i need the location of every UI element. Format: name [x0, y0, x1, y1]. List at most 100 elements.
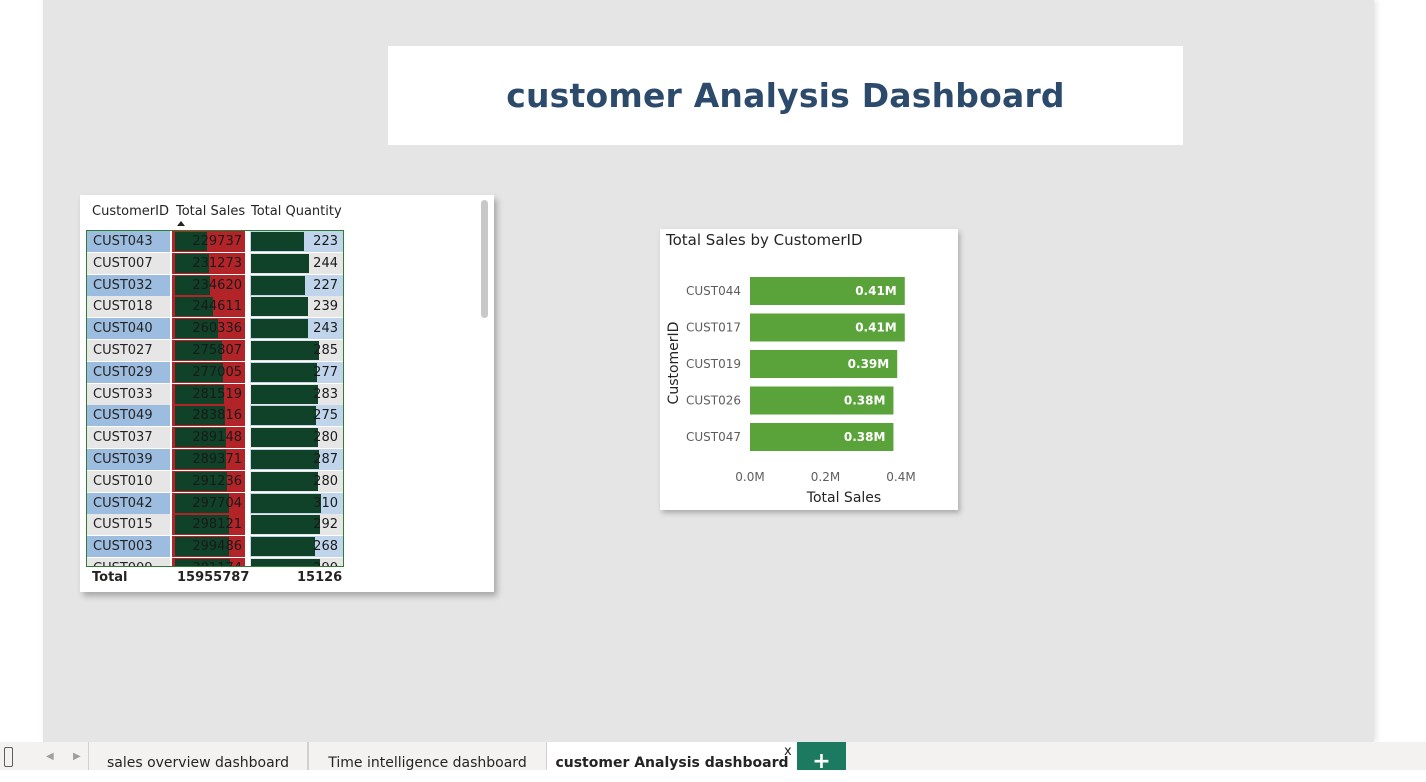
total-quantity-value: 15126: [297, 570, 343, 585]
quantity-value: 285: [313, 343, 338, 358]
cell-customerid: CUST007: [87, 252, 170, 274]
cell-total-sales: 291236: [172, 470, 245, 492]
table-row[interactable]: CUST032 234620 227: [87, 274, 343, 296]
mobile-layout-icon[interactable]: [4, 747, 13, 767]
table-row[interactable]: CUST009 301174 290: [87, 558, 343, 566]
data-label: 0.39M: [848, 357, 890, 371]
data-label: 0.41M: [855, 284, 897, 298]
cell-total-sales: 231273: [172, 252, 245, 274]
table-row[interactable]: CUST043 229737 223: [87, 231, 343, 252]
cell-total-sales: 229737: [172, 231, 245, 252]
table-row[interactable]: CUST039 289371 287: [87, 449, 343, 470]
x-tick-label: 0.2M: [811, 470, 840, 484]
cell-total-quantity: 280: [250, 427, 343, 449]
y-tick-label: CUST026: [686, 394, 741, 408]
header-total-quantity[interactable]: Total Quantity: [251, 204, 342, 219]
table-row[interactable]: CUST015 298121 292: [87, 514, 343, 536]
quantity-databar: [251, 232, 305, 251]
close-tab-icon[interactable]: x: [784, 744, 792, 759]
table-row[interactable]: CUST003 299486 268: [87, 536, 343, 558]
cell-total-quantity: 283: [250, 383, 343, 405]
cell-customerid: CUST009: [87, 558, 170, 566]
quantity-databar: [251, 537, 315, 557]
y-tick-label: CUST044: [686, 284, 741, 298]
sales-value: 283816: [192, 408, 242, 424]
cell-total-quantity: 239: [250, 296, 343, 318]
title-card: customer Analysis Dashboard: [388, 46, 1183, 145]
cell-total-quantity: 243: [250, 318, 343, 340]
data-label: 0.38M: [844, 394, 886, 408]
chevron-left-icon[interactable]: ◀: [46, 751, 54, 762]
customer-table-visual[interactable]: CustomerID Total Sales Total Quantity CU…: [80, 195, 494, 592]
quantity-value: 287: [313, 452, 338, 467]
table-row[interactable]: CUST010 291236 280: [87, 470, 343, 492]
page-tab-bar: ◀ ▶ sales overview dashboard Time intell…: [0, 742, 1426, 771]
cell-total-sales: 277005: [172, 361, 245, 383]
chevron-right-icon[interactable]: ▶: [73, 751, 81, 762]
cell-total-quantity: 280: [250, 470, 343, 492]
table-row[interactable]: CUST049 283816 275: [87, 405, 343, 427]
quantity-databar: [251, 297, 308, 317]
sales-value: 231273: [192, 255, 242, 271]
sales-value: 244611: [192, 299, 242, 315]
cell-total-quantity: 275: [250, 405, 343, 427]
total-label: Total: [92, 570, 128, 585]
sales-value: 289148: [192, 430, 242, 446]
quantity-value: 290: [313, 558, 338, 566]
cell-total-quantity: 227: [250, 274, 343, 296]
cell-total-quantity: 285: [250, 340, 343, 361]
cell-customerid: CUST003: [87, 536, 170, 558]
quantity-value: 243: [313, 321, 338, 337]
add-page-button[interactable]: +: [797, 742, 846, 774]
table-row[interactable]: CUST033 281519 283: [87, 383, 343, 405]
header-total-sales[interactable]: Total Sales: [176, 204, 245, 219]
tab-sales-overview[interactable]: sales overview dashboard: [88, 742, 308, 771]
table-row[interactable]: CUST018 244611 239: [87, 296, 343, 318]
quantity-value: 223: [313, 234, 338, 249]
cell-total-quantity: 268: [250, 536, 343, 558]
table-row[interactable]: CUST029 277005 277: [87, 361, 343, 383]
cell-customerid: CUST043: [87, 231, 170, 252]
cell-customerid: CUST015: [87, 514, 170, 536]
cell-customerid: CUST037: [87, 427, 170, 449]
cell-total-quantity: 290: [250, 558, 343, 566]
table-row[interactable]: CUST040 260336 243: [87, 318, 343, 340]
quantity-value: 280: [313, 430, 338, 446]
cell-customerid: CUST010: [87, 470, 170, 492]
sales-value: 298121: [192, 517, 242, 533]
cell-customerid: CUST040: [87, 318, 170, 340]
table-body[interactable]: CUST043 229737 223 CUST007 231273 244 CUST032 2…: [86, 230, 344, 567]
quantity-databar: [251, 515, 321, 535]
quantity-value: 310: [313, 495, 338, 511]
sales-value: 291236: [192, 473, 242, 489]
quantity-value: 275: [313, 408, 338, 424]
vertical-scrollbar[interactable]: [481, 200, 488, 318]
page-title: customer Analysis Dashboard: [506, 76, 1065, 115]
total-sales-value: 15955787: [177, 570, 250, 585]
cell-total-sales: 301174: [172, 558, 245, 566]
sales-by-customer-chart[interactable]: CUST044 0.41M CUST017 0.41M CUST019 0.39M CUST…: [660, 229, 958, 510]
cell-total-sales: 283816: [172, 405, 245, 427]
quantity-databar: [251, 275, 305, 295]
sort-ascending-icon: [177, 221, 185, 226]
cell-total-quantity: 223: [250, 231, 343, 252]
table-row[interactable]: CUST027 275807 285: [87, 340, 343, 361]
quantity-databar: [251, 428, 318, 448]
cell-total-sales: 275807: [172, 340, 245, 361]
cell-customerid: CUST049: [87, 405, 170, 427]
cell-total-sales: 260336: [172, 318, 245, 340]
sales-value: 277005: [192, 364, 242, 380]
header-customerid[interactable]: CustomerID: [92, 204, 169, 219]
tab-customer-analysis[interactable]: customer Analysis dashboard: [547, 742, 797, 771]
sales-value: 260336: [192, 321, 242, 337]
table-row[interactable]: CUST007 231273 244: [87, 252, 343, 274]
chart-title: Total Sales by CustomerID: [666, 231, 863, 249]
table-row[interactable]: CUST037 289148 280: [87, 427, 343, 449]
cell-total-quantity: 310: [250, 492, 343, 514]
sales-value: 297704: [192, 495, 242, 511]
tab-time-intelligence[interactable]: Time intelligence dashboard: [308, 742, 547, 771]
sales-value: 275807: [192, 343, 242, 358]
y-tick-label: CUST047: [686, 430, 741, 444]
table-row[interactable]: CUST042 297704 310: [87, 492, 343, 514]
quantity-databar: [251, 341, 319, 360]
